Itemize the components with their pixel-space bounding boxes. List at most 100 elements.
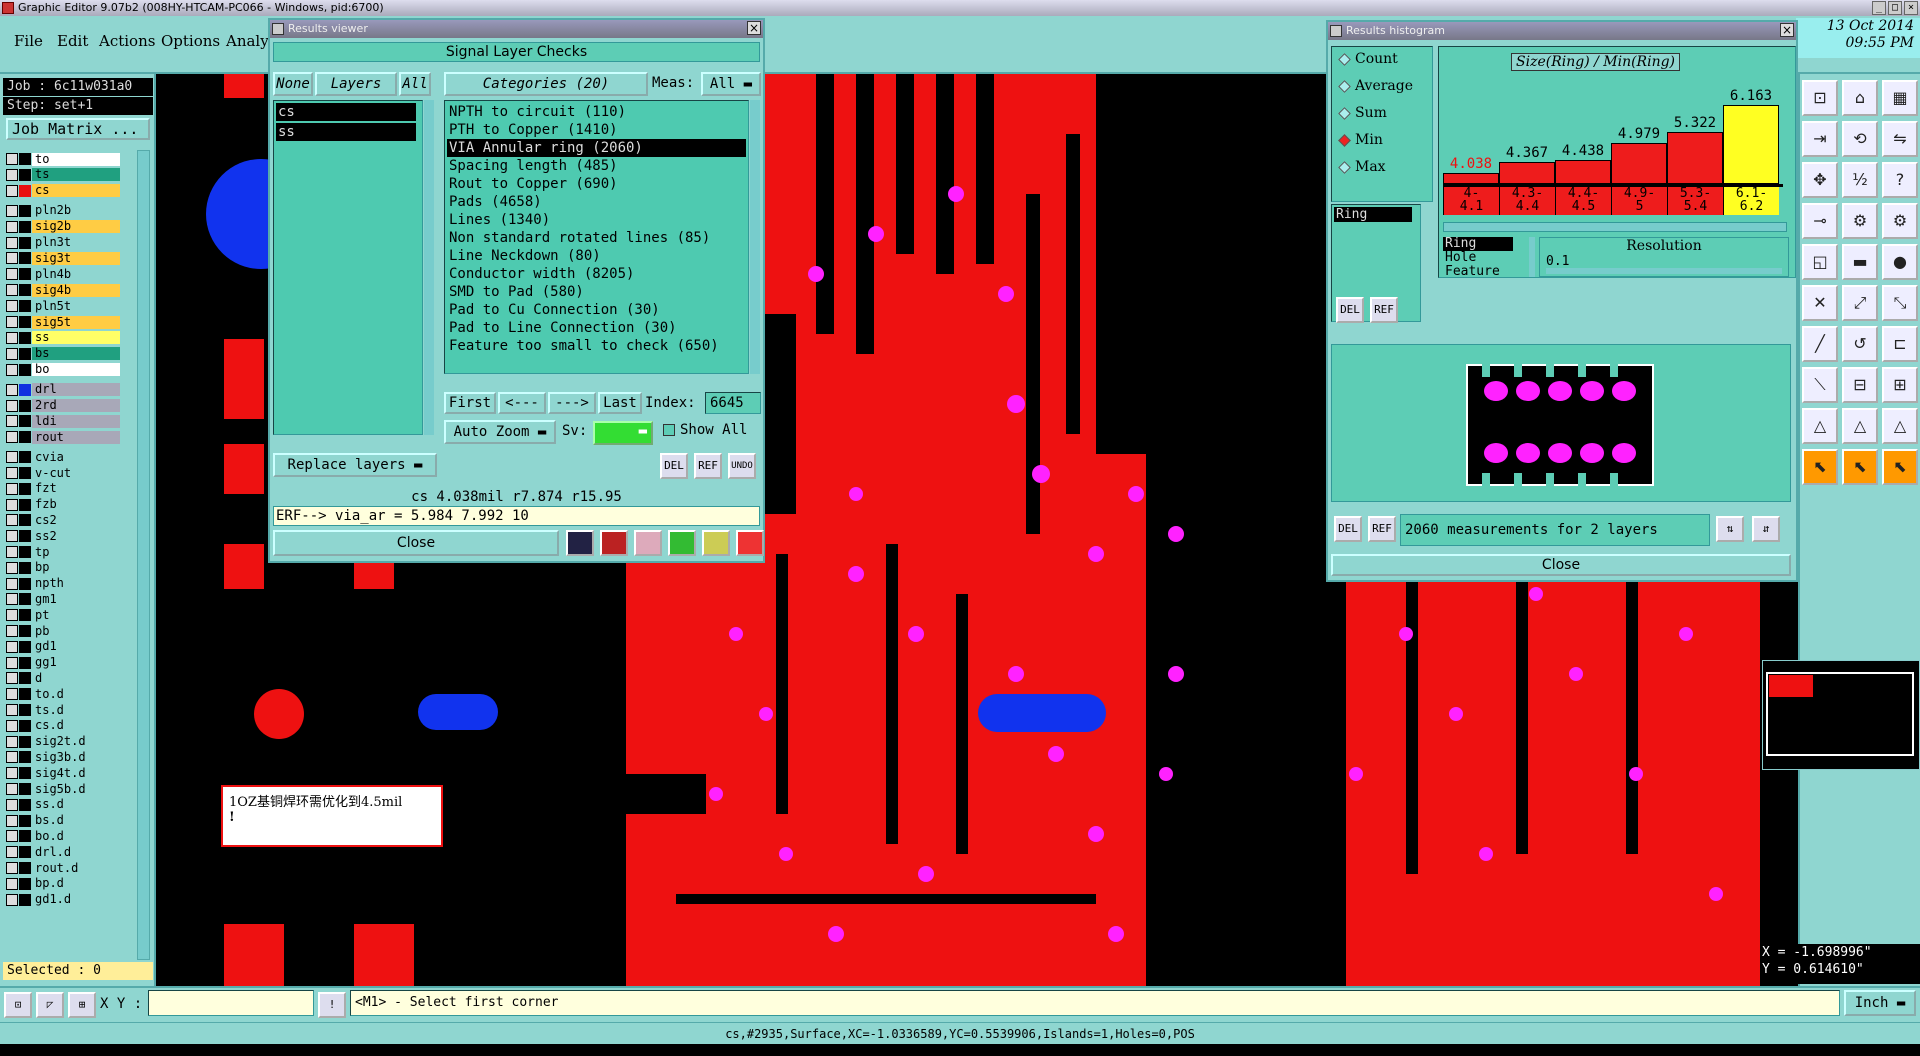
show-all-checkbox[interactable] — [663, 424, 675, 436]
layer-row[interactable]: ldi — [6, 414, 124, 428]
layer-row[interactable]: v-cut — [6, 466, 124, 480]
zoom-home-icon[interactable]: ⊡ — [1802, 80, 1838, 116]
layer-row[interactable]: sig5b.d — [6, 782, 124, 796]
alert-icon[interactable]: ! — [318, 992, 346, 1018]
frame-icon[interactable]: ◱ — [1802, 244, 1838, 280]
category-item[interactable]: Lines (1340) — [447, 211, 746, 229]
menu-file[interactable]: File — [14, 32, 43, 50]
layer-checkbox[interactable] — [6, 415, 18, 428]
export-icon[interactable]: ⇅ — [1716, 516, 1744, 542]
category-item[interactable]: Pads (4658) — [447, 193, 746, 211]
layer-checkbox[interactable] — [6, 451, 18, 464]
layer-checkbox[interactable] — [6, 672, 18, 685]
move-icon[interactable]: ✥ — [1802, 162, 1838, 198]
layer-checkbox[interactable] — [6, 284, 18, 297]
grid-layout-icon[interactable]: ▦ — [1882, 80, 1918, 116]
menu-edit[interactable]: Edit — [57, 32, 88, 50]
layer-checkbox[interactable] — [6, 431, 18, 444]
layer-checkbox[interactable] — [6, 704, 18, 716]
layer-checkbox[interactable] — [6, 767, 18, 780]
undo-icon[interactable]: ↺ — [1842, 326, 1878, 362]
layer-checkbox[interactable] — [6, 546, 18, 558]
layer-row[interactable]: bp.d — [6, 877, 124, 891]
layer-row[interactable]: d — [6, 671, 124, 685]
replace-layers-select[interactable]: Replace layers ▬ — [273, 453, 437, 477]
close-icon[interactable]: × — [747, 21, 761, 35]
menu-options[interactable]: Options — [161, 32, 220, 50]
layer-checkbox[interactable] — [6, 609, 18, 622]
layer-checkbox[interactable] — [6, 814, 18, 827]
category-item[interactable]: Spacing length (485) — [447, 157, 746, 175]
histogram-bar[interactable] — [1499, 162, 1555, 184]
category-item[interactable]: SMD to Pad (580) — [447, 283, 746, 301]
index-input[interactable]: 6645 — [705, 392, 761, 414]
layer-row[interactable]: ts — [6, 168, 124, 182]
layer-checkbox[interactable] — [6, 593, 18, 606]
layer-checkbox[interactable] — [6, 688, 18, 701]
layer-row[interactable]: pln4b — [6, 267, 124, 281]
layer-row[interactable]: bs — [6, 347, 124, 361]
layer-checkbox[interactable] — [6, 625, 18, 637]
filter-icon[interactable] — [634, 530, 662, 556]
layer-row[interactable]: cs2 — [6, 513, 124, 527]
close-icon[interactable]: × — [1780, 23, 1794, 37]
layer-checkbox[interactable] — [6, 399, 18, 412]
list-item[interactable]: Feature — [1443, 265, 1525, 279]
cursor-b-icon[interactable]: ⬉ — [1882, 449, 1918, 485]
shrink-icon[interactable]: ⤡ — [1882, 285, 1918, 321]
settings-alt-icon[interactable]: ⚙ — [1882, 203, 1918, 239]
prev-button[interactable]: <--- — [498, 392, 546, 414]
mode-radio-min[interactable]: Min — [1338, 132, 1383, 148]
layer-row[interactable]: gm1 — [6, 592, 124, 606]
layer-checkbox[interactable] — [6, 252, 18, 265]
none-button[interactable]: None — [273, 72, 313, 96]
layer-checkbox[interactable] — [6, 236, 18, 249]
layer-checkbox[interactable] — [6, 498, 18, 511]
resolution-slider[interactable] — [1546, 268, 1782, 274]
layer-row[interactable]: fzt — [6, 482, 124, 496]
mode-radio-count[interactable]: Count — [1338, 51, 1398, 67]
layer-checkbox[interactable] — [6, 153, 18, 165]
category-item[interactable]: VIA Annular ring (2060) — [447, 139, 746, 157]
layer-row[interactable]: sig5t — [6, 315, 124, 329]
histogram-bar[interactable] — [1667, 132, 1723, 184]
layer-checkbox[interactable] — [6, 862, 18, 874]
list-item[interactable]: Hole — [1443, 251, 1525, 265]
zoom-area-icon[interactable]: ⊡ — [4, 992, 32, 1018]
layer-row[interactable]: pln3t — [6, 236, 124, 250]
layer-checkbox[interactable] — [6, 363, 18, 376]
list-item[interactable]: ss — [276, 123, 416, 141]
layer-checkbox[interactable] — [6, 577, 18, 590]
home-icon[interactable]: ⌂ — [1842, 80, 1878, 116]
del-button[interactable]: DEL — [1336, 297, 1364, 323]
layer-checkbox[interactable] — [6, 530, 18, 543]
category-item[interactable]: Pad to Line Connection (30) — [447, 319, 746, 337]
layer-row[interactable]: to.d — [6, 687, 124, 701]
layer-row[interactable]: pln5t — [6, 299, 124, 313]
layer-checkbox[interactable] — [6, 640, 18, 653]
minimize-icon[interactable]: _ — [1872, 1, 1886, 15]
layer-checkbox[interactable] — [6, 331, 18, 344]
category-item[interactable]: Conductor width (8205) — [447, 265, 746, 283]
histogram-bar[interactable] — [1723, 105, 1779, 184]
layer-checkbox[interactable] — [6, 220, 18, 233]
category-item[interactable]: PTH to Copper (1410) — [447, 121, 746, 139]
layer-row[interactable]: pln2b — [6, 204, 124, 218]
cursor-alt-icon[interactable]: ⬉ — [1842, 449, 1878, 485]
layer-checkbox[interactable] — [6, 316, 18, 328]
layer-row[interactable]: bs.d — [6, 814, 124, 828]
histogram-bar[interactable] — [1443, 173, 1499, 184]
category-item[interactable]: NPTH to circuit (110) — [447, 103, 746, 121]
import-icon[interactable]: ⇵ — [1752, 516, 1780, 542]
layer-row[interactable]: sig4b — [6, 283, 124, 297]
help-icon[interactable]: ? — [1882, 162, 1918, 198]
undo-button[interactable]: UNDO — [728, 453, 756, 479]
list-item[interactable]: Ring — [1334, 207, 1412, 222]
rotate-icon[interactable]: ⟲ — [1842, 121, 1878, 157]
layer-row[interactable]: sig3t — [6, 251, 124, 265]
layer-row[interactable]: ss2 — [6, 529, 124, 543]
layer-checkbox[interactable] — [6, 300, 18, 313]
category-item[interactable]: Line Neckdown (80) — [447, 247, 746, 265]
bar-icon[interactable]: ▬ — [1842, 244, 1878, 280]
layer-row[interactable]: bo — [6, 363, 124, 377]
